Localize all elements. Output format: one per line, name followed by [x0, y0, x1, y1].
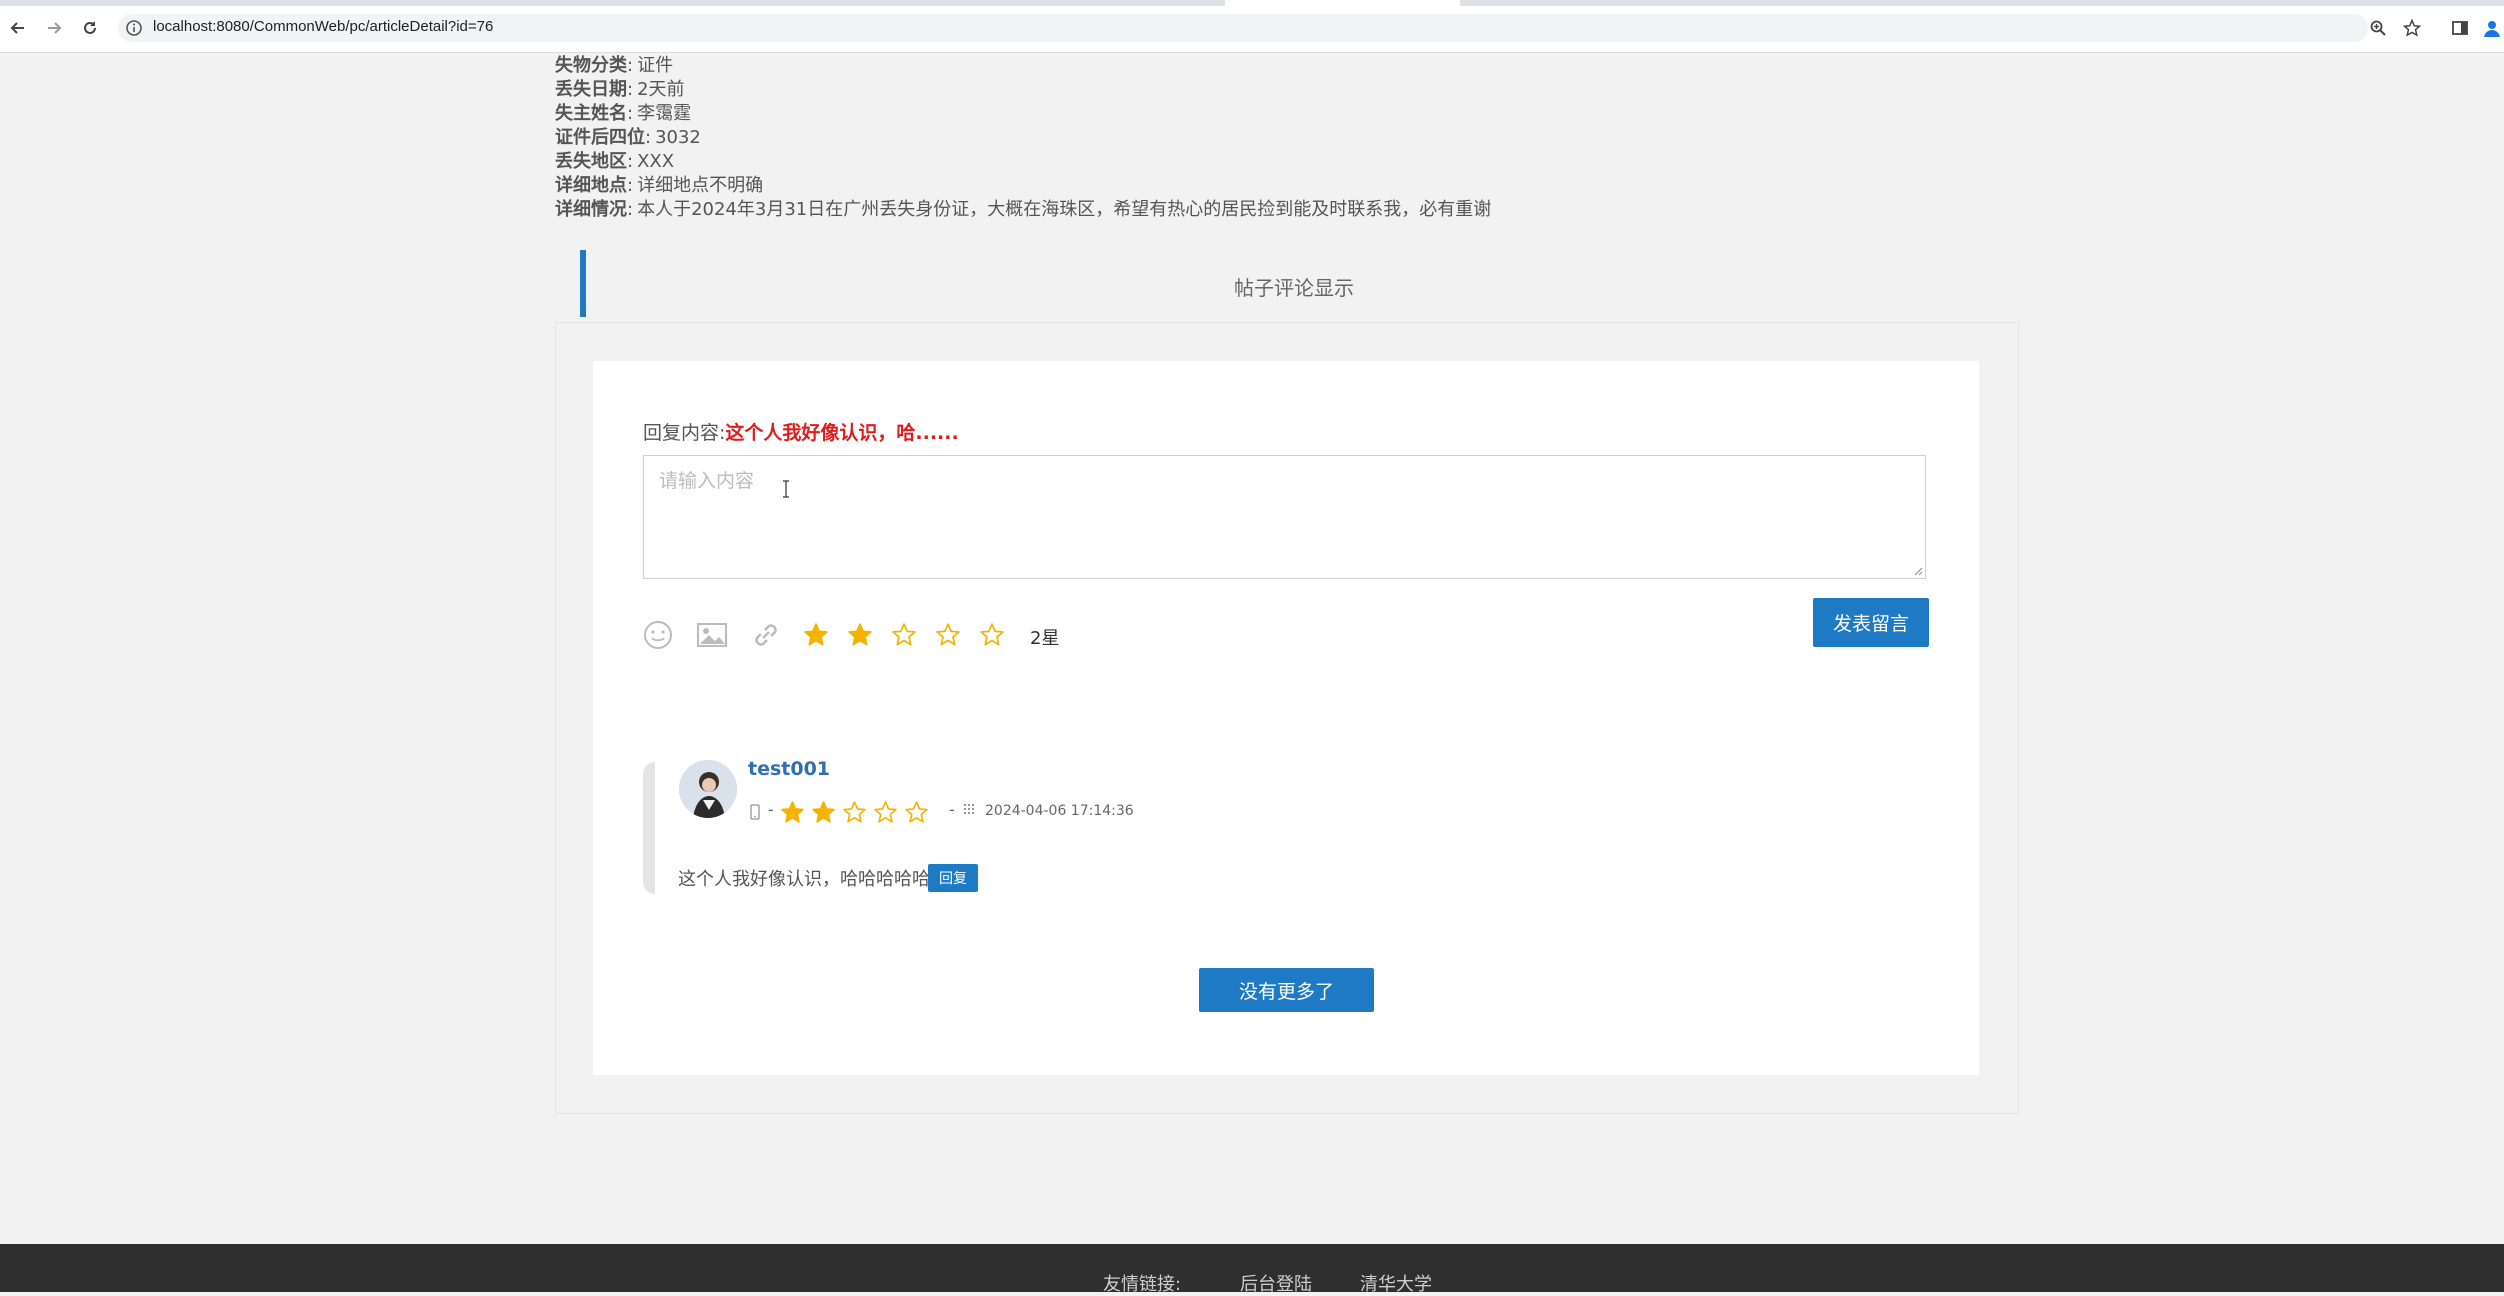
rating-count-text: 2星 [1030, 628, 1060, 649]
detail-sep: : [627, 55, 634, 76]
detail-label: 失主姓名 [555, 103, 627, 124]
star-icon[interactable] [891, 622, 917, 648]
detail-sep: : [627, 175, 634, 196]
star-icon[interactable] [979, 622, 1005, 648]
link-icon[interactable] [749, 618, 783, 652]
image-icon[interactable] [695, 618, 729, 652]
detail-row-owner: 失主姓名: 李霭霆 [555, 102, 1755, 126]
comment-username[interactable]: test001 [748, 758, 830, 780]
browser-toolbar: localhost:8080/CommonWeb/pc/articleDetai… [0, 0, 2504, 53]
comments-heading-title: 帖子评论显示 [1234, 276, 1354, 300]
detail-value: XXX [637, 151, 675, 172]
no-more-button[interactable]: 没有更多了 [1199, 968, 1374, 1012]
sidepanel-icon[interactable] [2446, 14, 2474, 42]
detail-value: 本人于2024年3月31日在广州丢失身份证，大概在海珠区，希望有热心的居民捡到能… [637, 199, 1492, 220]
avatar[interactable] [679, 760, 737, 818]
reload-icon[interactable] [76, 14, 104, 42]
detail-sep: : [627, 79, 634, 100]
url-text[interactable]: localhost:8080/CommonWeb/pc/articleDetai… [153, 18, 493, 35]
comment-textarea[interactable]: 请输入内容 [643, 455, 1926, 579]
comment-text: 这个人我好像认识，哈哈哈哈哈 [678, 869, 930, 890]
detail-label: 详细地点 [555, 175, 627, 196]
detail-row-category: 失物分类: 证件 [555, 54, 1755, 78]
reply-content-label: 回复内容:这个人我好像认识，哈...... [643, 418, 959, 445]
footer-links-label: 友情链接: [1103, 1274, 1182, 1295]
detail-label: 失物分类 [555, 55, 627, 76]
profile-icon[interactable] [2478, 14, 2504, 42]
detail-value: 2天前 [637, 79, 685, 100]
detail-sep: : [645, 127, 652, 148]
star-icon[interactable] [935, 622, 961, 648]
zoom-icon[interactable] [2364, 14, 2392, 42]
detail-sep: : [627, 199, 634, 220]
emoji-icon[interactable] [641, 618, 675, 652]
device-icon [748, 803, 762, 821]
reply-button[interactable]: 回复 [928, 864, 978, 892]
footer-link-admin-login[interactable]: 后台登陆 [1240, 1270, 1312, 1296]
comments-heading: 帖子评论显示 [580, 250, 2008, 317]
meta-separator: - [768, 800, 774, 819]
detail-value: 李霭霆 [637, 103, 692, 124]
comment-time: 2024-04-06 17:14:36 [985, 803, 1134, 819]
star-icon [780, 800, 805, 825]
detail-row-description: 详细情况: 本人于2024年3月31日在广州丢失身份证，大概在海珠区，希望有热心的… [555, 198, 1755, 222]
back-arrow-icon[interactable] [4, 14, 32, 42]
detail-label: 证件后四位 [555, 127, 645, 148]
detail-row-id-last4: 证件后四位: 3032 [555, 126, 1755, 150]
reply-quote: 这个人我好像认识，哈...... [725, 422, 959, 444]
text-cursor-icon [782, 480, 789, 498]
star-icon [842, 800, 867, 825]
meta-separator: - [949, 800, 955, 819]
detail-row-date: 丢失日期: 2天前 [555, 78, 1755, 102]
star-icon [811, 800, 836, 825]
detail-value: 证件 [637, 55, 674, 76]
post-comment-button[interactable]: 发表留言 [1813, 598, 1929, 647]
detail-label: 丢失日期 [555, 79, 627, 100]
detail-label: 详细情况 [555, 199, 627, 220]
detail-sep: : [627, 151, 634, 172]
lost-item-details: 失物分类: 证件 丢失日期: 2天前 失主姓名: 李霭霆 证件后四位: 3032 丢失地… [555, 48, 1755, 222]
detail-sep: : [627, 103, 634, 124]
star-icon [904, 800, 929, 825]
footer-link-tsinghua[interactable]: 清华大学 [1360, 1270, 1432, 1296]
detail-value: 3032 [655, 127, 701, 148]
bookmark-star-icon[interactable] [2398, 14, 2426, 42]
textarea-placeholder: 请输入内容 [659, 470, 755, 492]
comment-left-bar [643, 762, 655, 894]
detail-row-location: 详细地点: 详细地点不明确 [555, 174, 1755, 198]
detail-row-area: 丢失地区: XXX [555, 150, 1755, 174]
calendar-icon [963, 802, 979, 816]
detail-label: 丢失地区 [555, 151, 627, 172]
active-tab[interactable] [1225, 0, 1460, 6]
forward-arrow-icon[interactable] [40, 14, 68, 42]
resize-handle-icon[interactable] [1913, 566, 1923, 576]
star-icon [873, 800, 898, 825]
detail-value: 详细地点不明确 [637, 175, 764, 196]
star-icon[interactable] [847, 622, 873, 648]
star-icon[interactable] [803, 622, 829, 648]
info-icon[interactable] [124, 18, 144, 38]
reply-label-text: 回复内容: [643, 422, 726, 444]
